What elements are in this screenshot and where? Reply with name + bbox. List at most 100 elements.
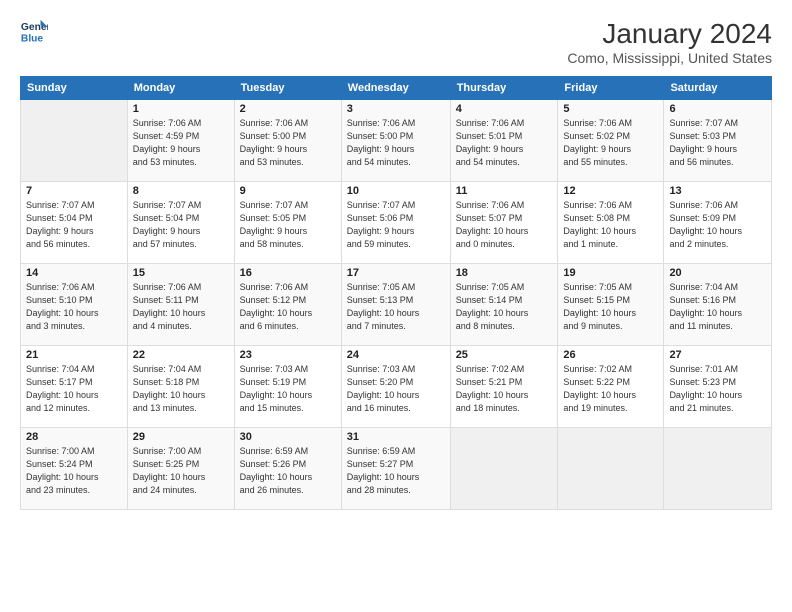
header: General Blue January 2024 Como, Mississi… — [20, 18, 772, 66]
day-cell: 18 Sunrise: 7:05 AM Sunset: 5:14 PM Dayli… — [450, 264, 558, 346]
day-number: 30 — [240, 431, 336, 443]
week-row-2: 14 Sunrise: 7:06 AM Sunset: 5:10 PM Dayli… — [21, 264, 772, 346]
day-number: 20 — [669, 267, 766, 279]
day-info: Sunrise: 7:04 AM Sunset: 5:16 PM Dayligh… — [669, 281, 766, 333]
day-cell: 21Sunrise: 7:04 AM Sunset: 5:17 PM Dayli… — [21, 346, 128, 428]
day-number: 11 — [456, 185, 553, 197]
day-info: Sunrise: 7:06 AM Sunset: 5:00 PM Dayligh… — [347, 117, 445, 169]
day-cell: 31 Sunrise: 6:59 AM Sunset: 5:27 PM Dayli… — [341, 428, 450, 510]
col-wednesday: Wednesday — [341, 77, 450, 100]
day-cell: 16 Sunrise: 7:06 AM Sunset: 5:12 PM Dayli… — [234, 264, 341, 346]
day-number: 4 — [456, 103, 553, 115]
day-info: Sunrise: 7:02 AM Sunset: 5:21 PM Dayligh… — [456, 363, 553, 415]
day-number: 25 — [456, 349, 553, 361]
day-cell: 4Sunrise: 7:06 AM Sunset: 5:01 PM Daylig… — [450, 100, 558, 182]
day-info: Sunrise: 7:06 AM Sunset: 5:09 PM Dayligh… — [669, 199, 766, 251]
main-title: January 2024 — [567, 18, 772, 50]
day-number: 14 — [26, 267, 122, 279]
week-row-3: 21Sunrise: 7:04 AM Sunset: 5:17 PM Dayli… — [21, 346, 772, 428]
day-info: Sunrise: 7:01 AM Sunset: 5:23 PM Dayligh… — [669, 363, 766, 415]
day-cell: 20 Sunrise: 7:04 AM Sunset: 5:16 PM Dayli… — [664, 264, 772, 346]
logo-icon: General Blue — [20, 18, 48, 46]
day-number: 12 — [563, 185, 658, 197]
day-cell: 15 Sunrise: 7:06 AM Sunset: 5:11 PM Dayli… — [127, 264, 234, 346]
day-cell: 30 Sunrise: 6:59 AM Sunset: 5:26 PM Dayli… — [234, 428, 341, 510]
title-block: January 2024 Como, Mississippi, United S… — [567, 18, 772, 66]
day-cell — [558, 428, 664, 510]
day-number: 16 — [240, 267, 336, 279]
day-info: Sunrise: 7:07 AM Sunset: 5:04 PM Dayligh… — [133, 199, 229, 251]
logo: General Blue — [20, 18, 48, 46]
col-thursday: Thursday — [450, 77, 558, 100]
day-cell: 17Sunrise: 7:05 AM Sunset: 5:13 PM Dayli… — [341, 264, 450, 346]
col-monday: Monday — [127, 77, 234, 100]
day-cell: 26 Sunrise: 7:02 AM Sunset: 5:22 PM Dayli… — [558, 346, 664, 428]
day-info: Sunrise: 7:04 AM Sunset: 5:18 PM Dayligh… — [133, 363, 229, 415]
day-info: Sunrise: 7:06 AM Sunset: 5:00 PM Dayligh… — [240, 117, 336, 169]
day-cell: 27 Sunrise: 7:01 AM Sunset: 5:23 PM Dayli… — [664, 346, 772, 428]
day-number: 26 — [563, 349, 658, 361]
day-cell: 23 Sunrise: 7:03 AM Sunset: 5:19 PM Dayli… — [234, 346, 341, 428]
day-number: 24 — [347, 349, 445, 361]
day-number: 5 — [563, 103, 658, 115]
week-row-0: 1Sunrise: 7:06 AM Sunset: 4:59 PM Daylig… — [21, 100, 772, 182]
col-tuesday: Tuesday — [234, 77, 341, 100]
day-info: Sunrise: 7:06 AM Sunset: 5:10 PM Dayligh… — [26, 281, 122, 333]
day-cell: 28 Sunrise: 7:00 AM Sunset: 5:24 PM Dayli… — [21, 428, 128, 510]
page: General Blue January 2024 Como, Mississi… — [0, 0, 792, 612]
day-number: 22 — [133, 349, 229, 361]
day-info: Sunrise: 7:07 AM Sunset: 5:04 PM Dayligh… — [26, 199, 122, 251]
day-number: 6 — [669, 103, 766, 115]
day-number: 10 — [347, 185, 445, 197]
day-cell: 2 Sunrise: 7:06 AM Sunset: 5:00 PM Daylig… — [234, 100, 341, 182]
day-info: Sunrise: 7:06 AM Sunset: 4:59 PM Dayligh… — [133, 117, 229, 169]
day-info: Sunrise: 7:05 AM Sunset: 5:14 PM Dayligh… — [456, 281, 553, 333]
day-number: 23 — [240, 349, 336, 361]
calendar-table: Sunday Monday Tuesday Wednesday Thursday… — [20, 76, 772, 510]
day-info: Sunrise: 7:06 AM Sunset: 5:12 PM Dayligh… — [240, 281, 336, 333]
day-info: Sunrise: 6:59 AM Sunset: 5:26 PM Dayligh… — [240, 445, 336, 497]
day-cell: 19 Sunrise: 7:05 AM Sunset: 5:15 PM Dayli… — [558, 264, 664, 346]
day-number: 8 — [133, 185, 229, 197]
day-number: 28 — [26, 431, 122, 443]
day-cell — [450, 428, 558, 510]
day-info: Sunrise: 7:02 AM Sunset: 5:22 PM Dayligh… — [563, 363, 658, 415]
day-cell — [21, 100, 128, 182]
day-cell: 24Sunrise: 7:03 AM Sunset: 5:20 PM Dayli… — [341, 346, 450, 428]
day-cell: 29Sunrise: 7:00 AM Sunset: 5:25 PM Dayli… — [127, 428, 234, 510]
week-row-4: 28 Sunrise: 7:00 AM Sunset: 5:24 PM Dayli… — [21, 428, 772, 510]
day-number: 13 — [669, 185, 766, 197]
day-info: Sunrise: 7:06 AM Sunset: 5:02 PM Dayligh… — [563, 117, 658, 169]
day-info: Sunrise: 7:07 AM Sunset: 5:06 PM Dayligh… — [347, 199, 445, 251]
day-info: Sunrise: 7:00 AM Sunset: 5:24 PM Dayligh… — [26, 445, 122, 497]
day-cell: 3Sunrise: 7:06 AM Sunset: 5:00 PM Daylig… — [341, 100, 450, 182]
header-row: Sunday Monday Tuesday Wednesday Thursday… — [21, 77, 772, 100]
day-info: Sunrise: 7:05 AM Sunset: 5:15 PM Dayligh… — [563, 281, 658, 333]
day-cell: 8 Sunrise: 7:07 AM Sunset: 5:04 PM Daylig… — [127, 182, 234, 264]
day-number: 15 — [133, 267, 229, 279]
day-info: Sunrise: 7:07 AM Sunset: 5:03 PM Dayligh… — [669, 117, 766, 169]
day-cell: 9Sunrise: 7:07 AM Sunset: 5:05 PM Daylig… — [234, 182, 341, 264]
day-cell: 5 Sunrise: 7:06 AM Sunset: 5:02 PM Daylig… — [558, 100, 664, 182]
day-cell: 11Sunrise: 7:06 AM Sunset: 5:07 PM Dayli… — [450, 182, 558, 264]
col-sunday: Sunday — [21, 77, 128, 100]
day-info: Sunrise: 6:59 AM Sunset: 5:27 PM Dayligh… — [347, 445, 445, 497]
day-cell: 7Sunrise: 7:07 AM Sunset: 5:04 PM Daylig… — [21, 182, 128, 264]
day-info: Sunrise: 7:05 AM Sunset: 5:13 PM Dayligh… — [347, 281, 445, 333]
col-saturday: Saturday — [664, 77, 772, 100]
day-cell: 12 Sunrise: 7:06 AM Sunset: 5:08 PM Dayli… — [558, 182, 664, 264]
day-info: Sunrise: 7:03 AM Sunset: 5:19 PM Dayligh… — [240, 363, 336, 415]
col-friday: Friday — [558, 77, 664, 100]
day-number: 31 — [347, 431, 445, 443]
day-info: Sunrise: 7:06 AM Sunset: 5:08 PM Dayligh… — [563, 199, 658, 251]
day-cell: 22 Sunrise: 7:04 AM Sunset: 5:18 PM Dayli… — [127, 346, 234, 428]
day-cell: 6 Sunrise: 7:07 AM Sunset: 5:03 PM Daylig… — [664, 100, 772, 182]
day-number: 2 — [240, 103, 336, 115]
day-number: 18 — [456, 267, 553, 279]
day-number: 27 — [669, 349, 766, 361]
day-number: 29 — [133, 431, 229, 443]
day-number: 19 — [563, 267, 658, 279]
day-info: Sunrise: 7:06 AM Sunset: 5:11 PM Dayligh… — [133, 281, 229, 333]
day-cell: 10 Sunrise: 7:07 AM Sunset: 5:06 PM Dayli… — [341, 182, 450, 264]
week-row-1: 7Sunrise: 7:07 AM Sunset: 5:04 PM Daylig… — [21, 182, 772, 264]
